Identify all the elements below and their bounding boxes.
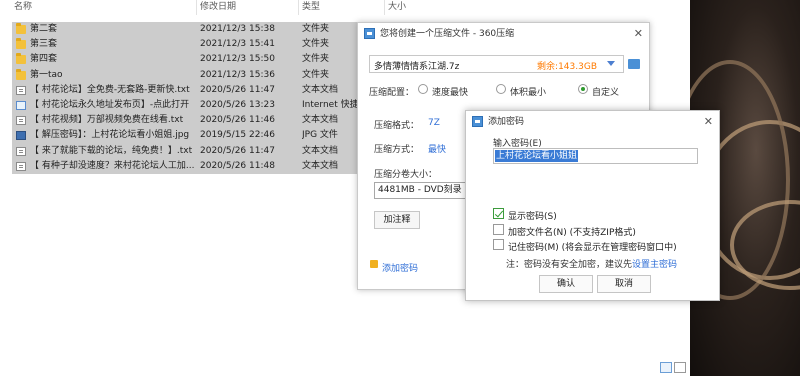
column-header-date[interactable]: 修改日期 — [200, 0, 236, 15]
password-value: 上村花论坛看小姐姐 — [495, 150, 579, 162]
column-header-size[interactable]: 大小 — [388, 0, 406, 15]
format-value[interactable]: 7Z — [428, 118, 440, 128]
file-type: 文本文档 — [302, 84, 339, 95]
sort-arrow-icon: ˄ — [100, 0, 104, 5]
file-date: 2020/5/26 11:48 — [200, 160, 275, 171]
remember-password-label[interactable]: 记住密码(M) (将会显示在管理密码窗口中) — [508, 240, 677, 253]
volume-label: 压缩分卷大小： — [374, 170, 438, 180]
option-smallest-label[interactable]: 体积最小 — [510, 85, 546, 98]
file-type: 文件夹 — [302, 39, 330, 50]
cancel-button[interactable]: 取消 — [597, 275, 651, 293]
text-file-icon — [16, 161, 26, 171]
volume-size-select[interactable]: 4481MB - DVD刻录 — [374, 182, 474, 199]
file-name: 【 有种子却没速度？来村花论坛人工加... — [30, 160, 195, 171]
file-date: 2021/12/3 15:38 — [200, 24, 275, 34]
file-date: 2021/12/3 15:36 — [200, 69, 275, 80]
column-divider[interactable] — [298, 0, 299, 15]
method-label: 压缩方式： — [374, 145, 420, 155]
file-date: 2021/12/3 15:41 — [200, 39, 275, 50]
file-name: 第一tao — [30, 69, 63, 80]
archive-path-text: 多情薄情情系江湖.7z — [374, 62, 460, 72]
password-dialog: 添加密码 ✕ 输入密码(E) 上村花论坛看小姐姐 显示密码(S) 加密文件名(N… — [465, 110, 720, 301]
add-password-link[interactable]: 添加密码 — [382, 261, 418, 274]
details-view-icon[interactable] — [660, 362, 672, 373]
file-date: 2020/5/26 13:23 — [200, 99, 275, 110]
show-password-label[interactable]: 显示密码(S) — [508, 209, 557, 222]
radio-smallest[interactable] — [496, 84, 506, 94]
method-value[interactable]: 最快 — [428, 142, 446, 155]
folder-icon — [16, 53, 26, 65]
column-divider[interactable] — [384, 0, 385, 15]
view-switcher — [660, 362, 688, 376]
app-360zip-icon — [472, 116, 483, 127]
file-name: 【 村花论坛】全免费-无套路-更新快.txt — [30, 84, 190, 95]
browse-folder-icon[interactable] — [628, 59, 640, 69]
file-type: 文件夹 — [302, 24, 330, 34]
file-name: 【 村花论坛永久地址发布页】-点此打开 — [30, 99, 190, 110]
close-icon[interactable]: ✕ — [704, 111, 713, 133]
password-dialog-title: 添加密码 — [488, 117, 525, 127]
add-comment-button[interactable]: 加注释 — [374, 211, 420, 229]
file-type: 文件夹 — [302, 54, 330, 65]
text-file-icon — [16, 116, 26, 126]
lock-icon — [370, 260, 378, 268]
text-file-icon — [16, 146, 26, 156]
free-space-label: 剩余:143.3GB — [537, 62, 597, 72]
file-name: 【 村花视频】万部视频免费在线看.txt — [30, 115, 184, 126]
compress-dialog-title: 您将创建一个压缩文件 - 360压缩 — [380, 29, 515, 39]
chevron-down-icon[interactable] — [607, 61, 615, 66]
url-file-icon — [16, 100, 26, 110]
text-file-icon — [16, 85, 26, 95]
file-type: Internet 快捷方式 — [302, 99, 358, 110]
security-note: 注：密码没有安全加密，建议先设置主密码 — [506, 257, 677, 270]
compress-dialog-titlebar[interactable]: 您将创建一个压缩文件 - 360压缩 ✕ — [358, 23, 649, 45]
file-name: 第三套 — [30, 39, 58, 50]
column-header-type[interactable]: 类型 — [302, 0, 320, 15]
column-header-name[interactable]: 名称 — [14, 0, 32, 15]
password-dialog-titlebar[interactable]: 添加密码 ✕ — [466, 111, 719, 133]
file-name: 第四套 — [30, 54, 58, 65]
note-text: 注：密码没有安全加密，建议先 — [506, 260, 633, 270]
file-type: 文本文档 — [302, 115, 339, 126]
password-input[interactable]: 上村花论坛看小姐姐 — [493, 148, 698, 164]
encrypt-filenames-checkbox[interactable] — [493, 224, 504, 235]
radio-custom[interactable] — [578, 84, 588, 94]
folder-icon — [16, 68, 26, 80]
radio-fastest[interactable] — [418, 84, 428, 94]
show-password-checkbox[interactable] — [493, 208, 504, 219]
format-label: 压缩格式： — [374, 121, 420, 131]
file-type: 文本文档 — [302, 160, 339, 171]
large-icons-view-icon[interactable] — [674, 362, 686, 373]
file-name: 第二套 — [30, 24, 58, 34]
file-date: 2019/5/15 22:46 — [200, 130, 275, 141]
column-divider[interactable] — [196, 0, 197, 15]
option-fastest-label[interactable]: 速度最快 — [432, 85, 468, 98]
file-date: 2020/5/26 11:47 — [200, 145, 275, 156]
file-type: 文件夹 — [302, 69, 330, 80]
file-date: 2020/5/26 11:47 — [200, 84, 275, 95]
file-name: 【 解压密码】：上村花论坛看小姐姐.jpg — [30, 130, 190, 141]
file-date: 2020/5/26 11:46 — [200, 115, 275, 126]
confirm-button[interactable]: 确认 — [539, 275, 593, 293]
file-type: 文本文档 — [302, 145, 339, 156]
archive-path-field[interactable]: 多情薄情情系江湖.7z 剩余:143.3GB — [369, 55, 624, 73]
file-type: JPG 文件 — [302, 130, 338, 141]
file-name: 【 来了就能下载的论坛，纯免费！】.txt — [30, 145, 193, 156]
set-master-password-link[interactable]: 设置主密码 — [632, 260, 677, 270]
app-360zip-icon — [364, 28, 375, 39]
config-label: 压缩配置： — [369, 88, 415, 98]
image-file-icon — [16, 131, 26, 141]
folder-icon — [16, 23, 26, 34]
remember-password-checkbox[interactable] — [493, 239, 504, 250]
close-icon[interactable]: ✕ — [634, 23, 643, 45]
folder-icon — [16, 38, 26, 50]
encrypt-filenames-label[interactable]: 加密文件名(N) (不支持ZIP格式) — [508, 225, 636, 238]
option-custom-label[interactable]: 自定义 — [592, 85, 619, 98]
file-date: 2021/12/3 15:50 — [200, 54, 275, 65]
